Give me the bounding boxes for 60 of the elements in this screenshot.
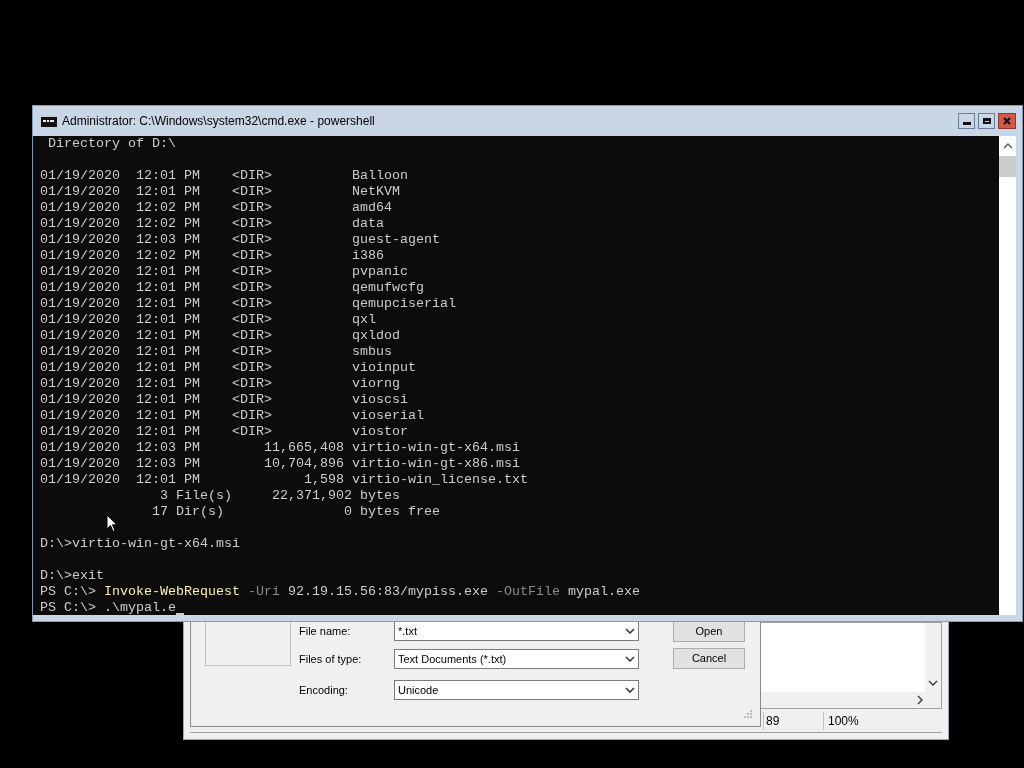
- console-text: PS C:\>: [40, 600, 97, 615]
- console-line: 01/19/2020 12:01 PM <DIR> smbus: [40, 344, 392, 360]
- console-line: 01/19/2020 12:01 PM <DIR> qxldod: [40, 328, 400, 344]
- console-line: 01/19/2020 12:01 PM <DIR> viostor: [40, 424, 408, 440]
- console-line: 3 File(s) 22,371,902 bytes: [158, 488, 400, 504]
- console-line: D:\>exit: [40, 568, 104, 584]
- console-text: PS C:\>: [40, 584, 97, 600]
- zoom-level: 100%: [823, 711, 859, 730]
- console-text: 92.19.15.56:83/mypiss.exe: [286, 584, 488, 600]
- field-label: File name:: [299, 623, 352, 639]
- window-title: Administrator: C:\Windows\system32\cmd.exe - powershell: [62, 113, 376, 130]
- console-line: 01/19/2020 12:01 PM <DIR> NetKVM: [40, 184, 400, 200]
- field-label: Encoding:: [299, 682, 349, 698]
- console-line: 01/19/2020 12:01 PM <DIR> vioscsi: [40, 392, 408, 408]
- console-line: 01/19/2020 12:02 PM <DIR> data: [40, 216, 384, 232]
- console-line: 01/19/2020 12:01 PM <DIR> vioserial: [40, 408, 424, 424]
- console-line: 01/19/2020 12:01 PM <DIR> qxl: [40, 312, 376, 328]
- scroll-down-icon[interactable]: [928, 680, 938, 686]
- console-line: 01/19/2020 12:03 PM 10,704,896 virtio-win-gt-x86.msi: [40, 456, 520, 472]
- parameter-text: -OutFile: [494, 584, 560, 600]
- console-line: 01/19/2020 12:01 PM <DIR> viorng: [40, 376, 400, 392]
- console-line: 01/19/2020 12:03 PM <DIR> guest-agent: [40, 232, 440, 248]
- dropdown-field[interactable]: *.txt: [394, 621, 639, 641]
- maximize-button[interactable]: [978, 113, 995, 129]
- scroll-up-icon[interactable]: [1002, 143, 1013, 149]
- caret-icon: [625, 628, 635, 634]
- dropdown-field[interactable]: Unicode: [394, 680, 639, 700]
- close-icon[interactable]: [1003, 117, 1011, 125]
- console-line: 01/19/2020 12:02 PM <DIR> i386: [40, 248, 384, 264]
- dialog-button[interactable]: Open: [673, 621, 745, 642]
- console-app-icon: [41, 115, 57, 127]
- console-line: 17 Dir(s) 0 bytes free: [150, 504, 440, 520]
- dropdown-field[interactable]: Text Documents (*.txt): [394, 649, 639, 669]
- console-text: mypal.exe: [566, 584, 640, 600]
- minimize-button[interactable]: [958, 113, 975, 129]
- scroll-thumb[interactable]: [999, 156, 1016, 177]
- field-label: Files of type:: [299, 651, 363, 667]
- dialog-button[interactable]: Cancel: [673, 648, 745, 669]
- console-line: 01/19/2020 12:01 PM <DIR> qemufwcfg: [40, 280, 424, 296]
- console-line: D:\>virtio-win-gt-x64.msi: [40, 536, 240, 552]
- parameter-text: -Uri: [246, 584, 280, 600]
- scroll-right-icon[interactable]: [917, 695, 923, 705]
- console-text: .\mypal.e: [104, 600, 176, 615]
- caret-icon: [625, 656, 635, 662]
- vertical-scrollbar[interactable]: [999, 136, 1016, 615]
- status-text: 89: [763, 711, 823, 730]
- resize-grip-icon: [744, 710, 752, 718]
- mouse-pointer-icon: [106, 514, 118, 533]
- console-line: 01/19/2020 12:01 PM <DIR> Balloon: [40, 168, 408, 184]
- vertical-scrollbar[interactable]: [925, 623, 941, 708]
- console-line: 01/19/2020 12:01 PM <DIR> vioinput: [40, 360, 416, 376]
- command-text: Invoke-WebRequest: [104, 584, 240, 600]
- close-button[interactable]: [998, 113, 1016, 129]
- console-line: 01/19/2020 12:03 PM 11,665,408 virtio-win-gt-x64.msi: [40, 440, 520, 456]
- console-line: 01/19/2020 12:01 PM 1,598 virtio-win_license.txt: [40, 472, 528, 488]
- console-line: 01/19/2020 12:02 PM <DIR> amd64: [40, 200, 392, 216]
- console-line: Directory of D:\: [47, 136, 176, 152]
- console-line: 01/19/2020 12:01 PM <DIR> pvpanic: [40, 264, 408, 280]
- console-line: 01/19/2020 12:01 PM <DIR> qemupciserial: [40, 296, 456, 312]
- caret-icon: [625, 687, 635, 693]
